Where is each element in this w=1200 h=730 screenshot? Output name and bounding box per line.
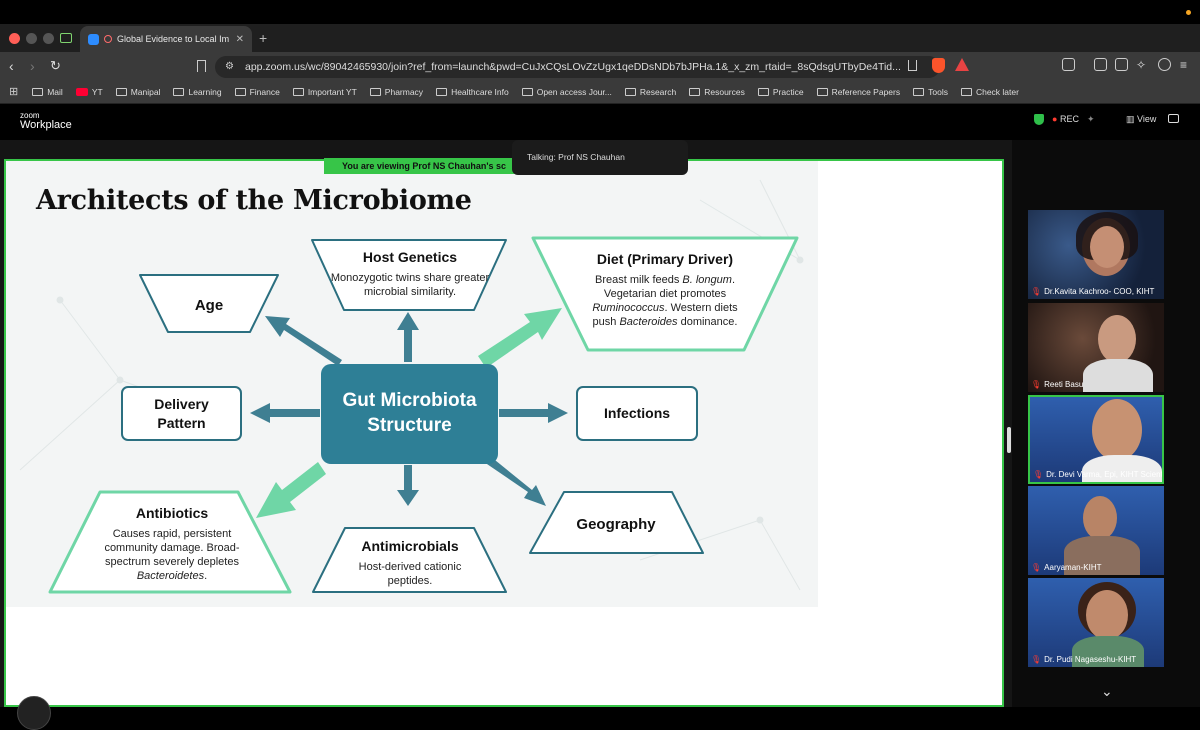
muted-mic-icon: 🎙 <box>1031 563 1042 572</box>
participant-avatar <box>1083 496 1117 540</box>
muted-mic-icon: 🎙 <box>1031 655 1042 664</box>
talking-indicator: Talking: Prof NS Chauhan <box>512 140 688 175</box>
muted-mic-icon: 🎙 <box>1031 380 1042 389</box>
node-antimicrobials: Antimicrobials Host-derived cationic pep… <box>358 538 462 587</box>
participant-avatar <box>1086 590 1128 640</box>
viewing-banner[interactable]: You are viewing Prof NS Chauhan's sc <box>324 158 524 174</box>
scroll-down-chevron-icon[interactable]: ⌄ <box>1101 683 1113 700</box>
arrow-to-delivery <box>250 403 320 423</box>
node-host-genetics: Host Genetics Monozygotic twins share gr… <box>330 249 490 298</box>
participant-video-5[interactable]: 🎙 Dr. Pudi Nagaseshu-KIHT <box>1028 578 1164 667</box>
arrow-to-host-genetics <box>397 312 419 362</box>
arrow-to-age <box>265 316 342 366</box>
node-antibiotics: Antibiotics Causes rapid, persistent com… <box>104 505 240 583</box>
node-age: Age <box>194 297 224 314</box>
arrow-to-diet <box>478 308 562 368</box>
zoom-controls-circle-icon[interactable] <box>17 696 51 730</box>
node-delivery-pattern: Delivery Pattern <box>121 386 242 441</box>
participant-avatar <box>1092 399 1142 461</box>
participant-avatar <box>1098 315 1136 363</box>
slide-title: Architects of the Microbiome <box>36 185 472 216</box>
node-infections: Infections <box>576 386 698 441</box>
participant-video-2[interactable]: 🎙 Reeti Basu <box>1028 303 1164 392</box>
node-geography: Geography <box>576 516 656 533</box>
hub-gut-microbiota: Gut Microbiota Structure <box>321 364 498 464</box>
panel-resize-handle[interactable] <box>1007 427 1011 453</box>
muted-mic-icon: 🎙 <box>1031 287 1042 296</box>
participant-body <box>1083 359 1153 392</box>
arrow-to-geography <box>484 456 546 506</box>
arrow-to-infections <box>499 403 568 423</box>
arrow-to-antibiotics <box>256 462 326 518</box>
muted-mic-icon: 🎙 <box>1033 470 1044 479</box>
participant-face <box>1090 226 1124 268</box>
participant-video-3[interactable]: 🎙 Dr. Devi Varma, Epi, KIHT Scientis... <box>1028 395 1164 484</box>
participant-video-1[interactable]: 🎙 Dr.Kavita Kachroo- COO, KIHT <box>1028 210 1164 299</box>
node-diet: Diet (Primary Driver) Breast milk feeds … <box>592 251 738 329</box>
participant-video-4[interactable]: 🎙 Aaryaman-KIHT <box>1028 486 1164 575</box>
arrow-to-antimicrobials <box>397 465 419 506</box>
